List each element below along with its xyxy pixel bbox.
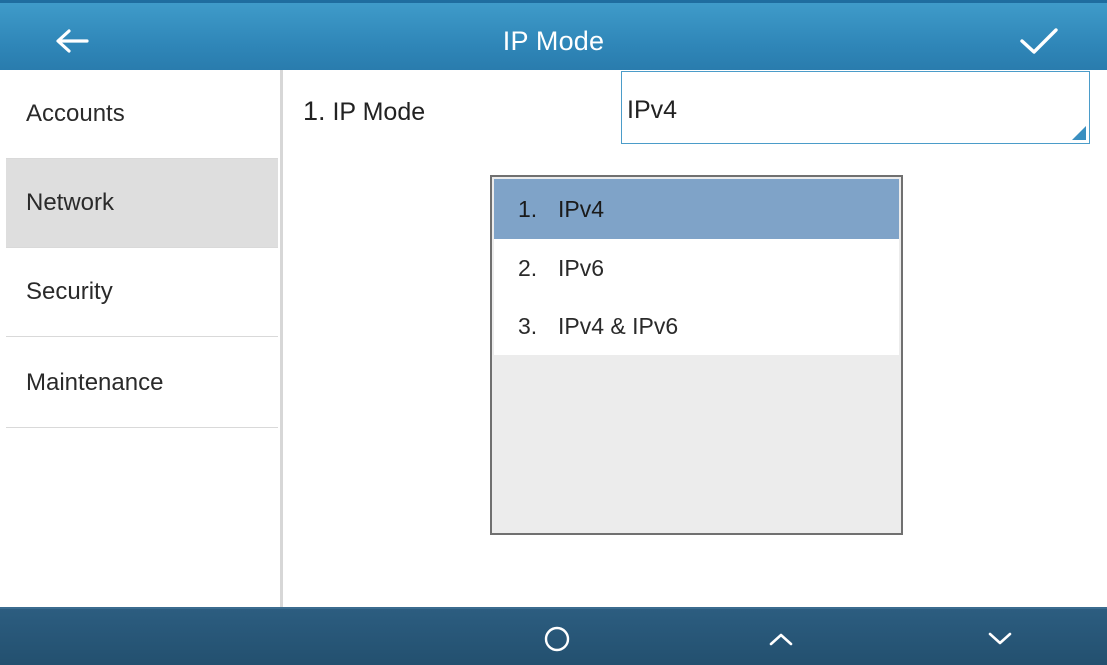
option-number: 1. [518, 195, 538, 222]
ip-mode-select[interactable]: IPv4 [621, 71, 1090, 144]
sidebar-item-label: Network [26, 189, 115, 216]
ip-mode-value: IPv4 [627, 96, 678, 124]
scroll-up-button[interactable] [753, 617, 809, 661]
ip-mode-label: 1. IP Mode [303, 96, 425, 127]
softkey-bar [0, 607, 1107, 665]
sidebar-item-security[interactable]: Security [6, 248, 278, 337]
title-bar: IP Mode [0, 0, 1107, 80]
ip-mode-dropdown: 1. IPv4 2. IPv6 3. IPv4 & IPv6 [490, 175, 903, 535]
sidebar-item-maintenance[interactable]: Maintenance [6, 339, 278, 428]
option-label: IPv6 [558, 255, 605, 281]
field-number: 1. [303, 96, 326, 126]
field-label-text: IP Mode [332, 98, 426, 126]
sidebar-item-label: Maintenance [26, 369, 164, 396]
option-ipv6[interactable]: 2. IPv6 [494, 239, 899, 298]
option-ipv4-ipv6[interactable]: 3. IPv4 & IPv6 [494, 298, 899, 355]
sidebar-item-label: Security [26, 278, 113, 305]
dropdown-options: 1. IPv4 2. IPv6 3. IPv4 & IPv6 [494, 179, 899, 355]
checkmark-icon [1020, 28, 1058, 54]
page-title: IP Mode [502, 26, 605, 56]
scroll-down-button[interactable] [972, 617, 1028, 661]
home-button[interactable] [529, 617, 585, 661]
sidebar-item-label: Accounts [26, 100, 125, 127]
chevron-down-icon [988, 632, 1012, 645]
option-number: 2. [518, 255, 538, 281]
option-number: 3. [518, 313, 538, 339]
sidebar-item-network[interactable]: Network [6, 159, 278, 248]
option-ipv4[interactable]: 1. IPv4 [494, 179, 899, 239]
option-label: IPv4 & IPv6 [558, 313, 679, 339]
confirm-button[interactable] [1009, 15, 1069, 67]
sidebar-item-accounts[interactable]: Accounts [6, 70, 278, 159]
dropdown-corner-icon [1072, 126, 1086, 140]
option-label: IPv4 [558, 195, 605, 222]
sidebar: Accounts Network Security Maintenance [0, 70, 283, 610]
chevron-up-icon [769, 633, 793, 646]
circle-icon [544, 626, 570, 652]
